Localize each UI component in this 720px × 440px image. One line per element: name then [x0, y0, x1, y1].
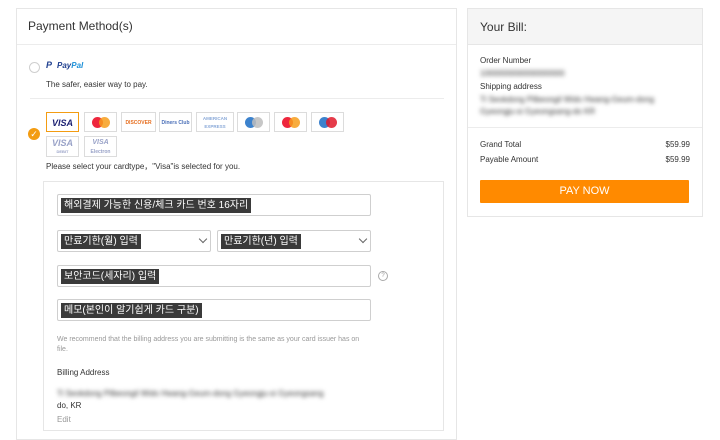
- discover-card-option[interactable]: DISCOVER: [121, 112, 156, 132]
- cb-card-option[interactable]: [274, 112, 307, 132]
- billing-note: We recommend that the billing address yo…: [57, 336, 360, 353]
- divider: [30, 98, 444, 99]
- paypal-tagline: The safer, easier way to pay.: [46, 80, 148, 89]
- shipping-address-line1: Ti Seokdong Pilbeongil Wido Hwang-Geum-d…: [480, 95, 655, 104]
- paypal-radio[interactable]: [29, 62, 40, 73]
- order-number-value: 1000000000000000000: [480, 69, 565, 78]
- cvc-input[interactable]: 보안코드(세자리) 입력: [57, 265, 371, 287]
- payable-amount-label: Payable Amount: [480, 155, 539, 164]
- bill-title: Your Bill:: [480, 20, 527, 34]
- memo-input[interactable]: 메모(본인이 알기쉽게 카드 구분): [57, 299, 371, 321]
- divider: [468, 127, 702, 128]
- pay-now-button[interactable]: PAY NOW: [480, 180, 689, 203]
- jcb-icon: [244, 117, 263, 128]
- chevron-down-icon: [358, 234, 368, 244]
- expiry-month-select[interactable]: 만료기한(월) 입력: [57, 230, 211, 252]
- card-radio-checked[interactable]: ✓: [28, 128, 40, 140]
- mastercard-card-option[interactable]: [84, 112, 117, 132]
- cardtype-hint: Please select your cardtype，"Visa"is sel…: [46, 162, 241, 171]
- shipping-address-label: Shipping address: [480, 82, 542, 91]
- maestro-icon: [318, 117, 337, 128]
- paypal-icon: P: [46, 60, 53, 70]
- expiry-year-select[interactable]: 만료기한(년) 입력: [217, 230, 371, 252]
- jcb-card-option[interactable]: [237, 112, 270, 132]
- visa-debit-card-option[interactable]: VISA DEBIT: [46, 136, 79, 157]
- maestro-card-option[interactable]: [311, 112, 344, 132]
- chevron-down-icon: [198, 234, 208, 244]
- order-number-label: Order Number: [480, 56, 532, 65]
- mastercard-icon: [91, 117, 110, 128]
- amex-card-option[interactable]: AMERICAN EXPRESS: [196, 112, 234, 132]
- shipping-address-line2: Gyeongju-si Gyeongsang-do KR: [480, 107, 596, 116]
- panel-title: Payment Method(s): [28, 19, 133, 33]
- bill-panel: Your Bill: Order Number 1000000000000000…: [467, 8, 703, 217]
- help-icon[interactable]: ?: [378, 271, 388, 281]
- diners-card-option[interactable]: Diners Club: [159, 112, 192, 132]
- grand-total-value: $59.99: [665, 140, 690, 149]
- payable-amount-value: $59.99: [665, 155, 690, 164]
- billing-region: do, KR: [57, 401, 82, 410]
- edit-link[interactable]: Edit: [57, 415, 71, 424]
- card-number-input[interactable]: 해외결제 가능한 신용/체크 카드 번호 16자리: [57, 194, 371, 216]
- divider: [17, 44, 456, 45]
- bill-header: Your Bill:: [468, 9, 702, 45]
- billing-address-value: Ti Seokdong Pilbeongil Wido Hwang-Geum-d…: [57, 389, 324, 398]
- paypal-logo: P PayPal: [46, 60, 84, 70]
- check-icon: ✓: [30, 129, 38, 139]
- grand-total-label: Grand Total: [480, 140, 522, 149]
- visa-electron-card-option[interactable]: VISA Electron: [84, 136, 117, 157]
- visa-card-option[interactable]: VISA: [46, 112, 79, 132]
- billing-address-label: Billing Address: [57, 368, 110, 377]
- cb-icon: [281, 117, 300, 128]
